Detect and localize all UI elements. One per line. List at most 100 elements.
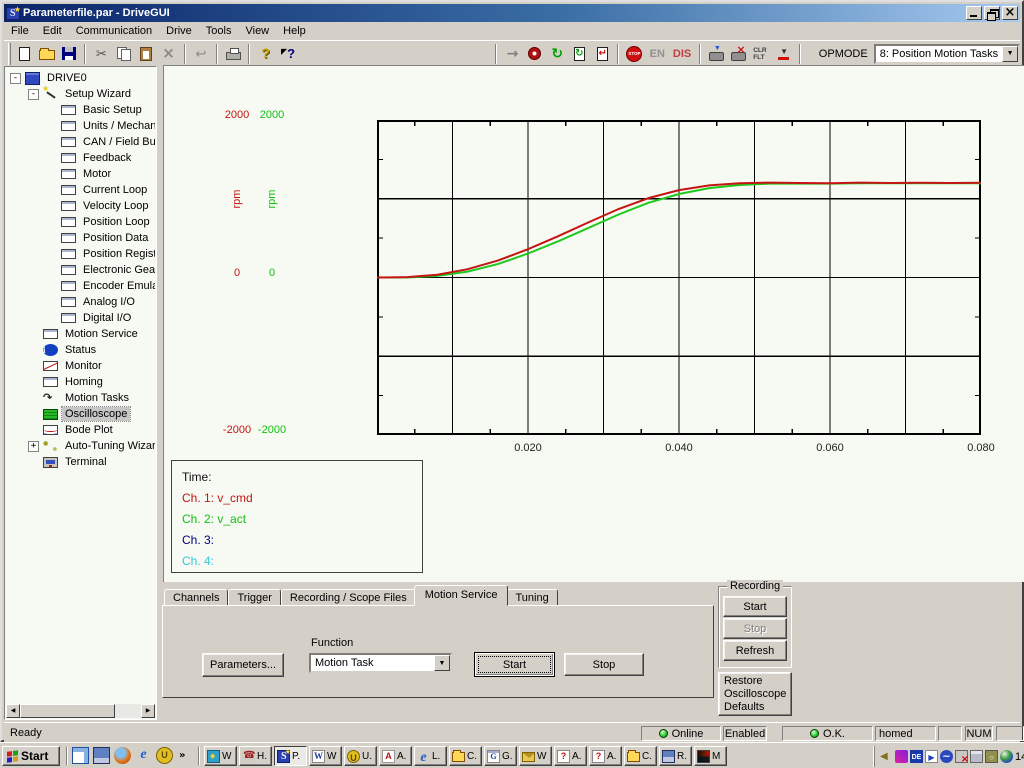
clear-fault-button[interactable]: CLR FLT xyxy=(750,43,772,65)
tree-expander[interactable] xyxy=(46,121,57,132)
recording-start-button[interactable]: Start xyxy=(723,596,787,617)
tree-expander[interactable] xyxy=(46,281,57,292)
function-select[interactable]: Motion Task ▼ xyxy=(309,653,452,673)
tab[interactable]: Channels xyxy=(164,589,228,606)
tree-expander[interactable] xyxy=(46,201,57,212)
quick-launch-icon[interactable] xyxy=(72,747,89,764)
tree-item[interactable]: +Auto-Tuning Wizard xyxy=(6,438,155,454)
taskbar-window-button[interactable]: L. xyxy=(414,746,447,766)
tree-expander[interactable] xyxy=(28,425,39,436)
menu-item[interactable]: Help xyxy=(276,23,313,39)
tray-icon[interactable] xyxy=(970,750,983,763)
taskbar-window-button[interactable]: U. xyxy=(344,746,377,766)
tree-item[interactable]: -DRIVE0 xyxy=(6,70,155,86)
tree-expander[interactable]: - xyxy=(10,73,21,84)
taskbar-window-button[interactable]: C. xyxy=(624,746,657,766)
tree-item[interactable]: Homing xyxy=(6,374,155,390)
tree-item[interactable]: Oscilloscope xyxy=(6,406,155,422)
motion-stop-button[interactable]: Stop xyxy=(564,653,644,676)
quick-launch-icon[interactable] xyxy=(114,747,131,764)
tree-item[interactable]: Terminal xyxy=(6,454,155,470)
context-help-button[interactable] xyxy=(277,43,299,65)
start-button[interactable]: Start xyxy=(2,746,60,766)
taskbar-window-button[interactable]: M xyxy=(694,746,727,766)
save-to-eeprom-button[interactable] xyxy=(705,43,727,65)
tree-expander[interactable] xyxy=(28,329,39,340)
tray-icon[interactable] xyxy=(985,750,998,763)
print-button[interactable] xyxy=(222,43,244,65)
taskbar-window-button[interactable]: A. xyxy=(589,746,622,766)
menu-item[interactable]: View xyxy=(238,23,276,39)
undo-button[interactable] xyxy=(190,43,212,65)
tree-item[interactable]: Encoder Emulat xyxy=(6,278,155,294)
tray-icon[interactable] xyxy=(895,750,908,763)
menu-item[interactable]: Tools xyxy=(199,23,239,39)
chevron-more-icon[interactable]: » xyxy=(177,748,187,764)
taskbar-window-button[interactable]: A. xyxy=(379,746,412,766)
titlebar[interactable]: Parameterfile.par - DriveGUI xyxy=(4,4,1020,22)
motion-start-button[interactable]: Start xyxy=(474,652,555,677)
tree-expander[interactable] xyxy=(46,185,57,196)
chevron-down-icon[interactable]: ▼ xyxy=(1002,46,1018,62)
taskbar-window-button[interactable]: P. xyxy=(274,746,307,766)
load-firmware-button[interactable] xyxy=(772,43,794,65)
save-button[interactable] xyxy=(58,43,80,65)
reload-params-button[interactable] xyxy=(568,43,590,65)
tab[interactable]: Recording / Scope Files xyxy=(281,589,416,606)
tree-item[interactable]: Basic Setup xyxy=(6,102,155,118)
new-file-button[interactable] xyxy=(13,43,35,65)
tree-item[interactable]: Motor xyxy=(6,166,155,182)
tree-expander[interactable] xyxy=(28,345,39,356)
taskbar-window-button[interactable]: H. xyxy=(239,746,272,766)
tree-item[interactable]: Analog I/O xyxy=(6,294,155,310)
menu-item[interactable]: Drive xyxy=(159,23,199,39)
enable-button[interactable]: EN xyxy=(646,43,669,65)
stop-button[interactable]: STOP xyxy=(623,43,645,65)
scroll-left-icon[interactable]: ◀ xyxy=(6,704,20,718)
quick-launch-icon[interactable] xyxy=(135,747,152,764)
delete-button[interactable] xyxy=(157,43,179,65)
opmode-select[interactable]: 8: Position Motion Tasks ▼ xyxy=(874,44,1020,64)
menu-item[interactable]: Edit xyxy=(36,23,69,39)
tree-item[interactable]: Motion Tasks xyxy=(6,390,155,406)
chevron-down-icon[interactable]: ▼ xyxy=(434,655,450,671)
tree-expander[interactable] xyxy=(46,265,57,276)
tree-item[interactable]: Digital I/O xyxy=(6,310,155,326)
tray-icon[interactable] xyxy=(925,750,938,763)
taskbar-window-button[interactable]: W xyxy=(309,746,342,766)
tray-icon[interactable] xyxy=(1000,750,1013,763)
tree-expander[interactable] xyxy=(28,409,39,420)
copy-button[interactable] xyxy=(113,43,135,65)
tray-icon[interactable] xyxy=(940,750,953,763)
quick-launch-icon[interactable] xyxy=(156,747,173,764)
tab[interactable]: Tuning xyxy=(506,589,557,606)
tree-item[interactable]: CAN / Field Bus xyxy=(6,134,155,150)
restore-button[interactable] xyxy=(984,6,1000,20)
tree-expander[interactable] xyxy=(46,217,57,228)
tree-expander[interactable] xyxy=(28,377,39,388)
tree-item[interactable]: Status xyxy=(6,342,155,358)
recording-stop-button[interactable]: Stop xyxy=(723,618,787,639)
recording-refresh-button[interactable]: Refresh xyxy=(723,640,787,661)
restore-defaults-button[interactable]: Restore Oscilloscope Defaults xyxy=(718,672,792,716)
tree-expander[interactable] xyxy=(28,457,39,468)
tree-item[interactable]: Position Data xyxy=(6,230,155,246)
tree-horizontal-scrollbar[interactable]: ◀ ▶ xyxy=(6,704,155,718)
tree-expander[interactable] xyxy=(46,233,57,244)
scrollbar-thumb[interactable] xyxy=(20,704,115,718)
minimize-button[interactable] xyxy=(966,6,982,20)
taskbar-window-button[interactable]: C. xyxy=(449,746,482,766)
tray-icon[interactable]: DE xyxy=(910,750,923,763)
open-file-button[interactable] xyxy=(35,43,57,65)
tree-item[interactable]: Monitor xyxy=(6,358,155,374)
tree-item[interactable]: -Setup Wizard xyxy=(6,86,155,102)
parameters-button[interactable]: Parameters... xyxy=(202,653,284,677)
quick-launch-icon[interactable] xyxy=(93,747,110,764)
tree-item[interactable]: Bode Plot xyxy=(6,422,155,438)
tree-expander[interactable]: - xyxy=(28,89,39,100)
scroll-right-icon[interactable]: ▶ xyxy=(141,704,155,718)
about-help-button[interactable] xyxy=(254,43,276,65)
taskbar-window-button[interactable]: G. xyxy=(484,746,517,766)
tree-item[interactable]: Position Registe xyxy=(6,246,155,262)
tree-expander[interactable] xyxy=(46,137,57,148)
